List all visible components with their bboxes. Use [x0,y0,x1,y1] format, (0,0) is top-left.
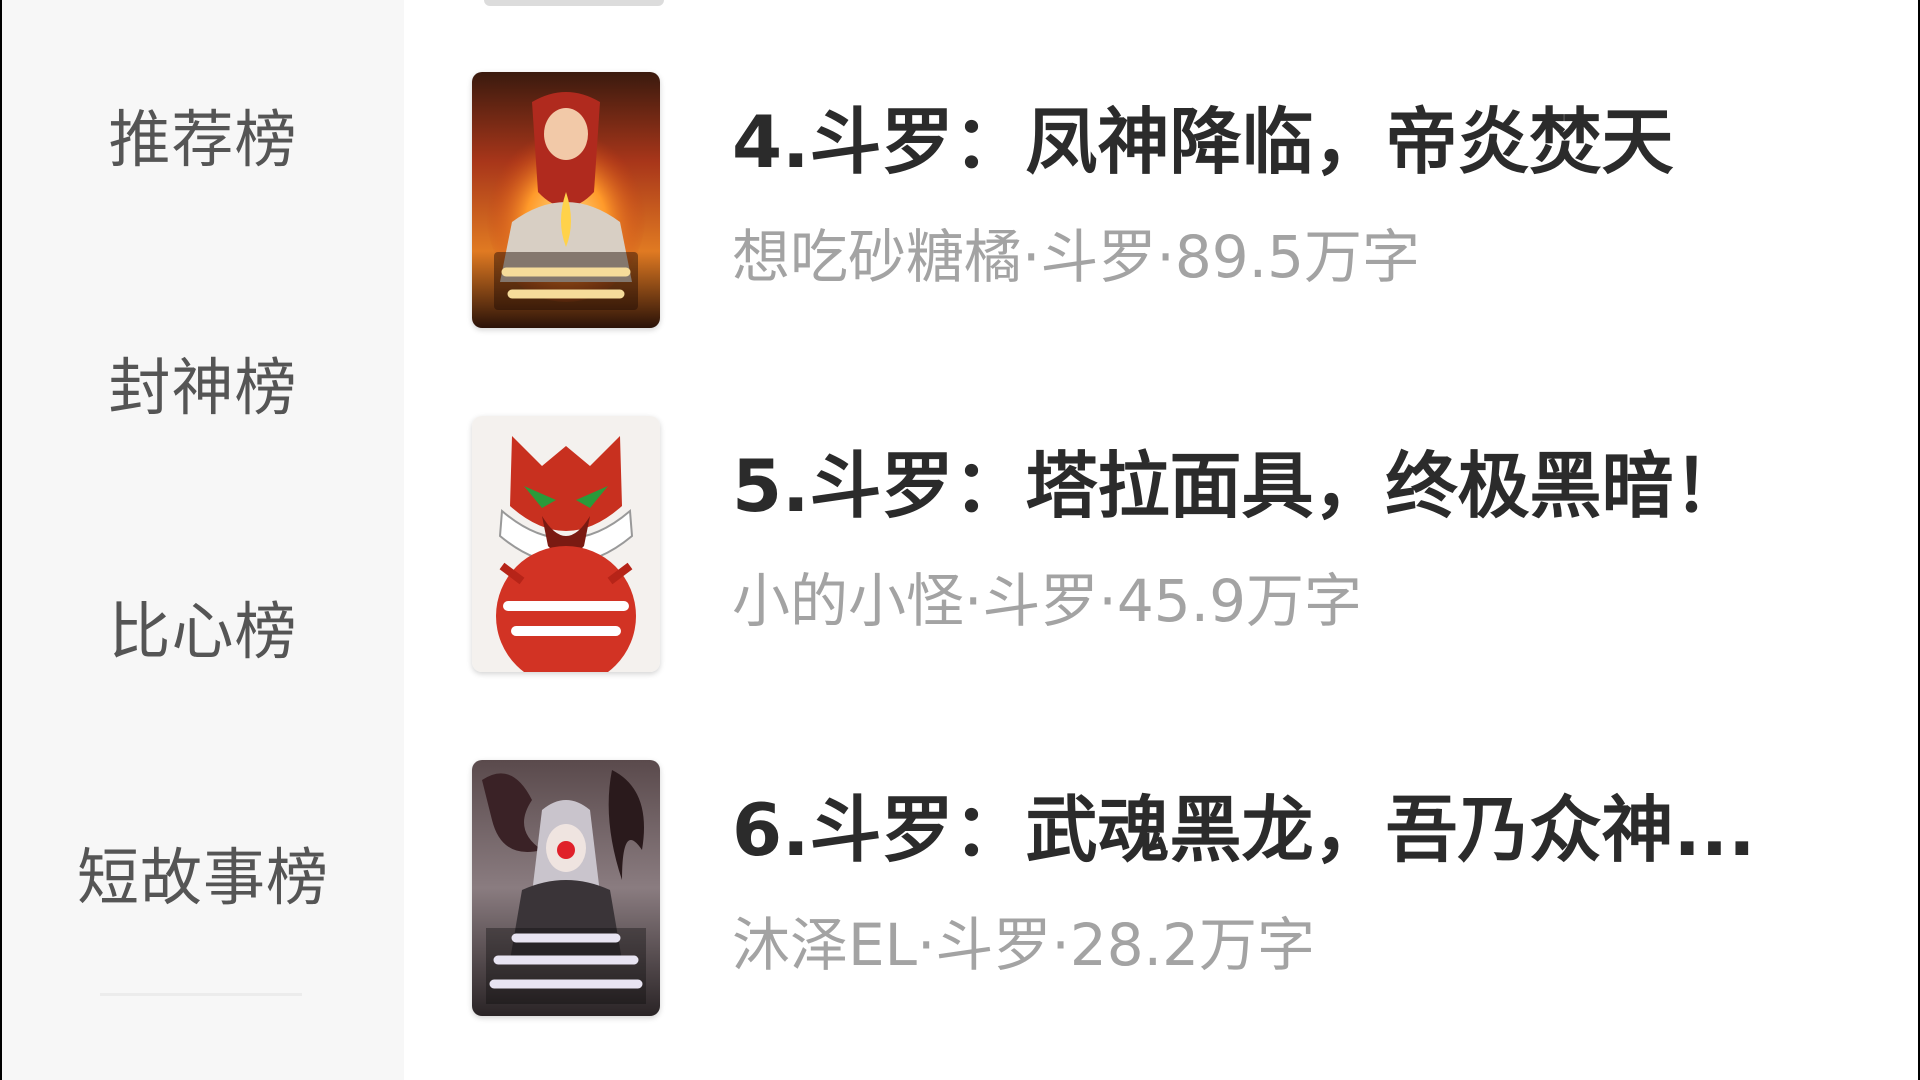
book-cover-black-dragon-icon[interactable] [472,760,660,1016]
book-meta: 小的小怪·斗罗·45.9万字 [732,567,1363,635]
sidebar-item-short-story[interactable]: 短故事榜 [2,838,404,918]
book-title: 6.斗罗：武魂黑龙，吾乃众神... [732,788,1756,872]
sidebar-item-label: 比心榜 [108,595,298,668]
book-title: 4.斗罗：凤神降临，帝炎焚天 [732,100,1674,184]
sidebar-item-label: 短故事榜 [76,841,329,914]
previous-item-edge [484,0,664,6]
sidebar-item-fengshen[interactable]: 封神榜 [2,348,404,428]
sidebar-item-label: 封神榜 [108,351,298,424]
book-meta: 想吃砂糖橘·斗罗·89.5万字 [732,223,1421,291]
list-item[interactable]: 5.斗罗：塔拉面具，终极黑暗！ 小的小怪·斗罗·45.9万字 [404,416,1918,676]
list-item[interactable]: 6.斗罗：武魂黑龙，吾乃众神... 沐泽EL·斗罗·28.2万字 [404,760,1918,1020]
book-meta: 沐泽EL·斗罗·28.2万字 [732,911,1315,979]
sidebar-divider [100,993,302,996]
book-cover-red-mask-icon[interactable] [472,416,660,672]
book-cover-phoenix-fire-icon[interactable] [472,72,660,328]
ranking-sidebar: 推荐榜 封神榜 比心榜 短故事榜 [2,0,404,1080]
sidebar-item-bixin[interactable]: 比心榜 [2,592,404,672]
book-title: 5.斗罗：塔拉面具，终极黑暗！ [732,444,1746,528]
sidebar-item-recommend[interactable]: 推荐榜 [2,100,404,180]
list-item[interactable]: 4.斗罗：凤神降临，帝炎焚天 想吃砂糖橘·斗罗·89.5万字 [404,72,1918,332]
book-list: 4.斗罗：凤神降临，帝炎焚天 想吃砂糖橘·斗罗·89.5万字 5.斗罗：塔拉面具… [404,0,1918,1080]
sidebar-item-label: 推荐榜 [108,103,298,176]
app-screen: 推荐榜 封神榜 比心榜 短故事榜 4.斗罗：凤神降临，帝炎焚天 想吃砂糖橘·斗罗… [2,0,1918,1080]
